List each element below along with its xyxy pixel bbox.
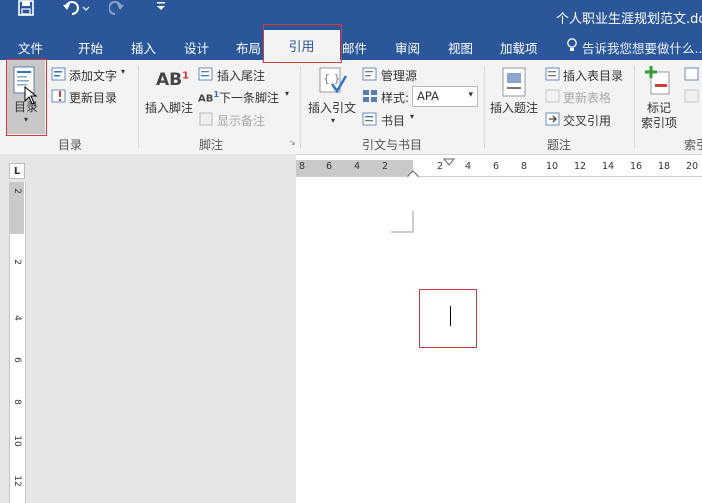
insert-endnote-icon xyxy=(198,67,214,84)
tab-review[interactable]: 审阅 xyxy=(395,38,420,57)
style-label: 样式: xyxy=(381,91,410,105)
ruler-number: 18 xyxy=(658,161,671,172)
tab-insert[interactable]: 插入 xyxy=(131,38,156,57)
chevron-down-icon: ▾ xyxy=(121,67,126,76)
group-separator xyxy=(138,66,139,148)
tab-addins[interactable]: 加载项 xyxy=(500,38,538,57)
show-notes-icon xyxy=(199,112,213,129)
chevron-down-icon: ▾ xyxy=(285,89,290,98)
ruler-number: 4 xyxy=(354,161,361,172)
bibliography-button[interactable]: 书目 xyxy=(381,112,405,129)
tab-home[interactable]: 开始 xyxy=(78,38,103,57)
highlight-toc xyxy=(6,59,47,136)
ruler-number: 10 xyxy=(546,161,559,172)
insert-endnote-button[interactable]: 插入尾注 xyxy=(217,67,265,84)
dialog-launcher-icon[interactable]: ↘ xyxy=(289,138,296,147)
ruler-number: 6 xyxy=(493,161,500,172)
qat-customize-icon[interactable] xyxy=(156,0,170,15)
document-page[interactable] xyxy=(296,177,702,503)
ruler-number: 4 xyxy=(465,161,472,172)
insert-citation-icon: { } xyxy=(318,66,348,99)
group-separator xyxy=(484,66,485,148)
highlight-tab-references xyxy=(263,24,342,63)
tab-design[interactable]: 设计 xyxy=(184,38,209,57)
tab-layout[interactable]: 布局 xyxy=(236,38,261,57)
group-label-index: 索引 xyxy=(684,138,702,152)
redo-icon[interactable] xyxy=(108,0,129,19)
undo-icon[interactable] xyxy=(62,0,92,19)
workspace-background xyxy=(0,154,296,503)
insert-table-of-figures-button[interactable]: 插入表目录 xyxy=(563,67,623,84)
first-line-indent-marker[interactable] xyxy=(442,155,456,169)
ruler-number: 4 xyxy=(12,315,22,321)
insert-index-icon xyxy=(684,67,700,84)
chevron-down-icon: ▾ xyxy=(410,112,415,121)
ruler-number: 20 xyxy=(686,161,699,172)
insert-footnote-button[interactable]: 插入脚注 xyxy=(145,99,193,116)
group-label-footnotes: 脚注 xyxy=(199,138,224,152)
tab-view[interactable]: 视图 xyxy=(448,38,473,57)
group-separator xyxy=(300,66,301,148)
window-title: 个人职业生涯规划范文.doc xyxy=(556,12,702,27)
lightbulb-icon xyxy=(566,38,578,55)
ruler-number: 14 xyxy=(602,161,615,172)
manage-sources-icon xyxy=(362,67,378,84)
next-footnote-button[interactable]: 下一条脚注 xyxy=(219,89,279,106)
mark-entry-icon xyxy=(645,66,671,99)
ruler-number: 8 xyxy=(12,399,22,405)
group-label-captions: 题注 xyxy=(547,138,572,152)
ruler-number: 6 xyxy=(326,161,333,172)
ruler-number: 8 xyxy=(299,161,306,172)
chevron-down-icon: ▾ xyxy=(468,90,473,100)
style-select[interactable]: APA ▾ xyxy=(412,86,478,107)
insert-caption-icon xyxy=(502,67,526,100)
ruler-number: 6 xyxy=(12,357,22,363)
tab-mailings[interactable]: 邮件 xyxy=(342,38,367,57)
highlight-cursor xyxy=(419,289,477,348)
ruler-number: 2 xyxy=(382,161,389,172)
ruler-number: 16 xyxy=(630,161,643,172)
tab-file[interactable]: 文件 xyxy=(18,38,43,57)
style-value: APA xyxy=(417,89,439,103)
manage-sources-button[interactable]: 管理源 xyxy=(381,67,417,84)
group-separator xyxy=(634,66,635,148)
update-toc-icon xyxy=(51,89,67,106)
insert-citation-button[interactable]: 插入引文 xyxy=(308,99,356,116)
add-text-icon xyxy=(51,67,67,84)
svg-text:{ }: { } xyxy=(323,72,341,85)
mark-entry-line2[interactable]: 索引项 xyxy=(641,114,677,131)
ruler-number: 8 xyxy=(521,161,528,172)
add-text-button[interactable]: 添加文字 xyxy=(69,67,117,84)
ruler-number: 10 xyxy=(12,435,22,447)
insert-caption-button[interactable]: 插入题注 xyxy=(490,99,538,116)
save-icon[interactable] xyxy=(18,0,40,19)
insert-table-of-figures-icon xyxy=(545,67,561,84)
ruler-number: 2 xyxy=(12,259,22,265)
tab-selector-icon[interactable]: L xyxy=(9,163,25,179)
tell-me-box[interactable]: 告诉我您想要做什么... xyxy=(582,38,702,57)
group-label-toc: 目录 xyxy=(58,138,83,152)
show-notes-button[interactable]: 显示备注 xyxy=(217,112,265,129)
bibliography-icon xyxy=(362,112,378,129)
style-icon xyxy=(362,89,378,106)
margin-corner-mark xyxy=(391,211,415,236)
update-table-button[interactable]: 更新表格 xyxy=(563,89,611,106)
cross-reference-button[interactable]: 交叉引用 xyxy=(563,112,611,129)
update-index-icon xyxy=(684,89,700,106)
ruler-number: 12 xyxy=(12,475,22,487)
insert-footnote-icon: AB1 xyxy=(156,70,190,90)
chevron-down-icon: ▾ xyxy=(331,116,336,125)
ruler-number: 12 xyxy=(574,161,587,172)
next-footnote-icon: AB1 xyxy=(198,89,220,105)
text-cursor xyxy=(450,306,451,326)
update-table-icon xyxy=(545,89,561,106)
group-label-citations: 引文与书目 xyxy=(362,138,423,152)
update-toc-button[interactable]: 更新目录 xyxy=(69,89,117,106)
ruler-number: 2 xyxy=(12,188,22,194)
cross-reference-icon xyxy=(545,112,561,129)
